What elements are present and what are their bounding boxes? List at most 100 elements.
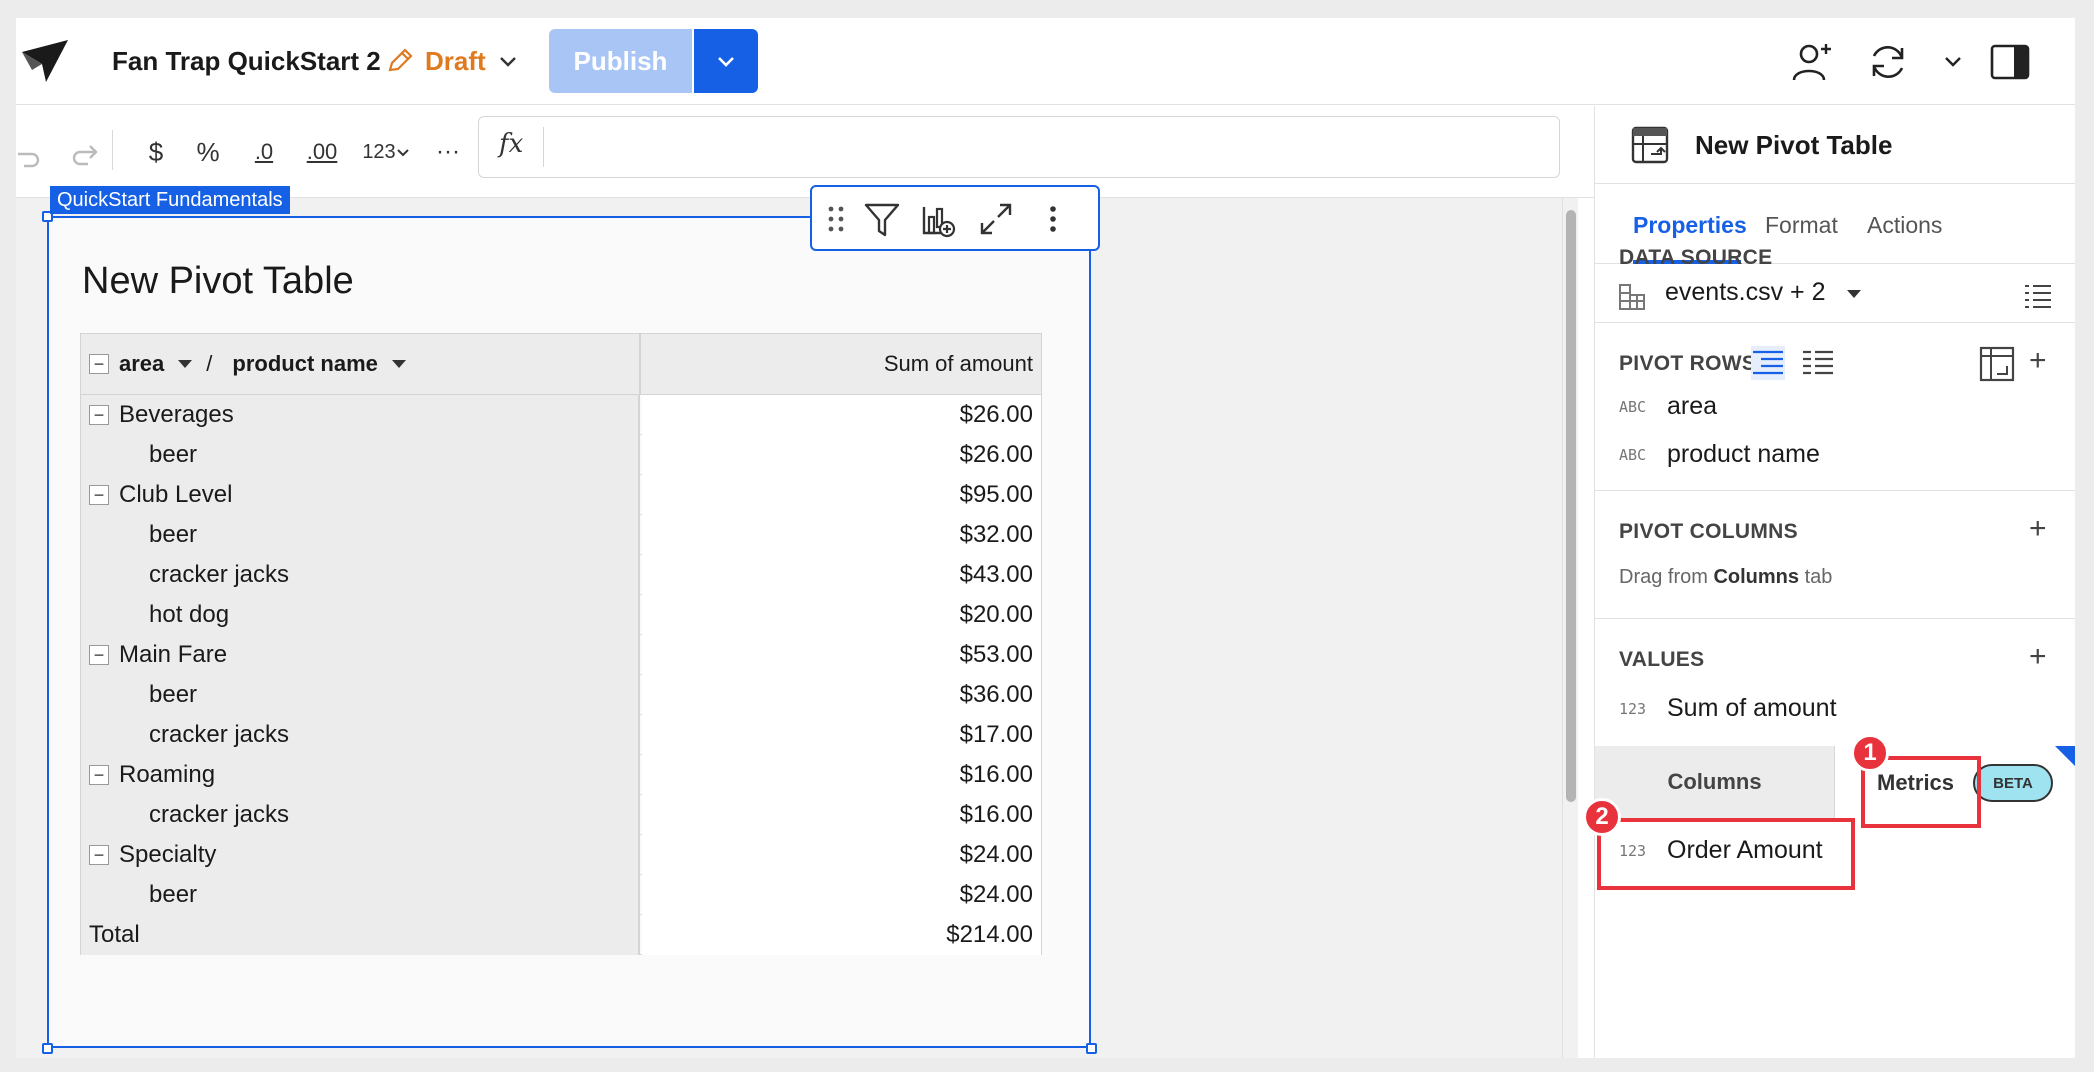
- table-row[interactable]: beer $36.00: [80, 675, 1042, 715]
- collapse-all-icon[interactable]: −: [89, 354, 109, 374]
- row-label-cell[interactable]: hot dog: [80, 595, 640, 635]
- value-header[interactable]: Sum of amount: [643, 334, 1041, 394]
- refresh-icon[interactable]: [1864, 38, 1912, 86]
- draft-status[interactable]: Draft: [425, 46, 486, 77]
- table-row[interactable]: − Specialty $24.00: [80, 835, 1042, 875]
- data-source-name[interactable]: events.csv + 2: [1665, 278, 1826, 307]
- caret-down-icon[interactable]: [391, 360, 406, 368]
- table-row[interactable]: − Beverages $26.00: [80, 395, 1042, 435]
- total-row[interactable]: Total $214.00: [80, 915, 1042, 955]
- table-row[interactable]: beer $26.00: [80, 435, 1042, 475]
- row-header-product-name[interactable]: product name: [232, 351, 377, 377]
- row-label-cell[interactable]: beer: [80, 675, 640, 715]
- toggle-panel-icon[interactable]: [1986, 38, 2034, 86]
- value-cell[interactable]: $24.00: [642, 875, 1042, 915]
- value-cell[interactable]: $43.00: [642, 555, 1042, 595]
- redo-icon[interactable]: [68, 132, 98, 172]
- value-cell[interactable]: $17.00: [642, 715, 1042, 755]
- add-pivot-column-button[interactable]: +: [2029, 514, 2047, 544]
- collapse-icon[interactable]: −: [89, 845, 109, 865]
- row-label-cell[interactable]: Total: [80, 915, 640, 955]
- value-cell[interactable]: $16.00: [642, 755, 1042, 795]
- canvas-scroll-thumb[interactable]: [1566, 210, 1576, 802]
- publish-button[interactable]: Publish: [549, 29, 692, 93]
- value-cell[interactable]: $16.00: [642, 795, 1042, 835]
- add-chart-icon[interactable]: [918, 199, 958, 239]
- row-label-cell[interactable]: cracker jacks: [80, 555, 640, 595]
- workbook-title[interactable]: Fan Trap QuickStart 2: [112, 46, 381, 77]
- section-divider: [1595, 618, 2075, 619]
- tab-properties[interactable]: Properties: [1633, 212, 1747, 239]
- table-row[interactable]: beer $24.00: [80, 875, 1042, 915]
- value-cell[interactable]: $20.00: [642, 595, 1042, 635]
- table-row[interactable]: − Roaming $16.00: [80, 755, 1042, 795]
- row-label-cell[interactable]: cracker jacks: [80, 795, 640, 835]
- expand-icon[interactable]: [976, 199, 1016, 239]
- chevron-down-icon[interactable]: [497, 50, 519, 72]
- collapse-icon[interactable]: −: [89, 485, 109, 505]
- toolbar-divider: [112, 130, 113, 170]
- more-options-icon[interactable]: [1038, 199, 1068, 239]
- collapse-icon[interactable]: −: [89, 645, 109, 665]
- tab-format[interactable]: Format: [1765, 212, 1838, 239]
- chevron-down-icon[interactable]: [1942, 50, 1964, 72]
- value-cell[interactable]: $26.00: [642, 435, 1042, 475]
- table-row[interactable]: cracker jacks $16.00: [80, 795, 1042, 835]
- tab-actions[interactable]: Actions: [1867, 212, 1942, 239]
- table-row[interactable]: − Main Fare $53.00: [80, 635, 1042, 675]
- list-icon[interactable]: [2021, 278, 2055, 312]
- currency-format-button[interactable]: $: [138, 132, 174, 172]
- row-label-cell[interactable]: beer: [80, 515, 640, 555]
- add-user-icon[interactable]: [1788, 38, 1836, 86]
- container-tag[interactable]: QuickStart Fundamentals: [50, 186, 290, 214]
- formula-bar[interactable]: fx: [478, 116, 1560, 178]
- value-cell[interactable]: $95.00: [642, 475, 1042, 515]
- increase-decimals-button[interactable]: .00: [298, 132, 346, 172]
- row-label-cell[interactable]: beer: [80, 875, 640, 915]
- drag-handle-icon[interactable]: [824, 199, 848, 239]
- subtab-columns[interactable]: Columns: [1595, 746, 1835, 818]
- row-label-cell[interactable]: − Main Fare: [80, 635, 640, 675]
- add-pivot-row-button[interactable]: +: [2029, 346, 2047, 376]
- pivot-settings-icon[interactable]: [1979, 346, 2015, 382]
- undo-icon[interactable]: [16, 132, 42, 172]
- row-label-cell[interactable]: − Specialty: [80, 835, 640, 875]
- caret-down-icon[interactable]: [178, 360, 193, 368]
- value-cell[interactable]: $36.00: [642, 675, 1042, 715]
- collapse-icon[interactable]: −: [89, 405, 109, 425]
- decrease-decimals-button[interactable]: .0: [244, 132, 284, 172]
- row-label-cell[interactable]: cracker jacks: [80, 715, 640, 755]
- row-label-cell[interactable]: beer: [80, 435, 640, 475]
- row-label-cell[interactable]: − Club Level: [80, 475, 640, 515]
- add-value-button[interactable]: +: [2029, 642, 2047, 672]
- row-header-area[interactable]: area: [119, 351, 164, 377]
- total-value-cell[interactable]: $214.00: [642, 915, 1042, 955]
- percent-format-button[interactable]: %: [188, 132, 228, 172]
- number-format-dropdown[interactable]: 123: [356, 132, 416, 172]
- value-cell[interactable]: $32.00: [642, 515, 1042, 555]
- table-row[interactable]: cracker jacks $17.00: [80, 715, 1042, 755]
- resize-handle[interactable]: [42, 1043, 53, 1054]
- resize-handle[interactable]: [1086, 1043, 1097, 1054]
- filter-icon[interactable]: [862, 199, 902, 239]
- row-label-cell[interactable]: − Beverages: [80, 395, 640, 435]
- collapse-icon[interactable]: −: [89, 765, 109, 785]
- value-cell[interactable]: $53.00: [642, 635, 1042, 675]
- pivot-row-field[interactable]: ABC product name: [1619, 440, 1820, 469]
- table-row[interactable]: cracker jacks $43.00: [80, 555, 1042, 595]
- caret-down-icon[interactable]: [1847, 290, 1861, 298]
- pivot-row-field[interactable]: ABC area: [1619, 392, 1717, 421]
- table-row[interactable]: − Club Level $95.00: [80, 475, 1042, 515]
- table-row[interactable]: hot dog $20.00: [80, 595, 1042, 635]
- element-title[interactable]: New Pivot Table: [82, 260, 354, 303]
- value-cell[interactable]: $24.00: [642, 835, 1042, 875]
- row-label-cell[interactable]: − Roaming: [80, 755, 640, 795]
- indent-layout-icon[interactable]: [1751, 346, 1785, 380]
- more-format-button[interactable]: ···: [428, 132, 468, 172]
- outline-layout-icon[interactable]: [1801, 346, 1835, 380]
- app-logo-icon[interactable]: [18, 36, 72, 86]
- value-cell[interactable]: $26.00: [642, 395, 1042, 435]
- table-row[interactable]: beer $32.00: [80, 515, 1042, 555]
- publish-options-button[interactable]: [694, 29, 758, 93]
- value-field[interactable]: 123 Sum of amount: [1619, 694, 1837, 723]
